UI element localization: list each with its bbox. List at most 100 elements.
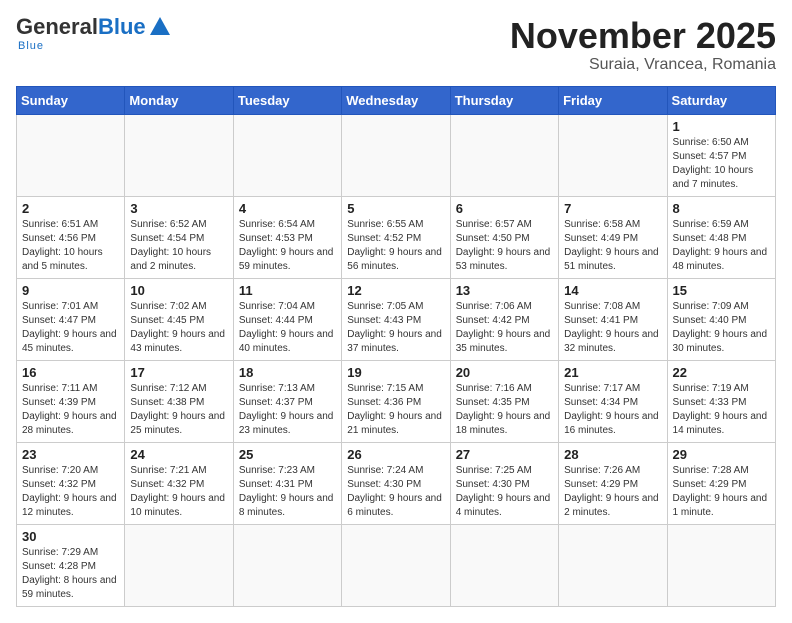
day-number: 30 — [22, 529, 119, 544]
day-info: Sunrise: 7:17 AM Sunset: 4:34 PM Dayligh… — [564, 382, 661, 438]
calendar-cell: 22Sunrise: 7:19 AM Sunset: 4:33 PM Dayli… — [667, 360, 775, 442]
weekday-header-saturday: Saturday — [667, 86, 775, 114]
calendar-week-row: 9 Sunrise: 7:01 AM Sunset: 4:47 PM Daylig… — [17, 278, 776, 360]
calendar-cell — [559, 114, 667, 196]
calendar-week-row: 30Sunrise: 7:29 AM Sunset: 4:28 PM Dayli… — [17, 524, 776, 606]
day-number: 19 — [347, 365, 444, 380]
calendar-cell: 12 Sunrise: 7:05 AM Sunset: 4:43 PM Dayli… — [342, 278, 450, 360]
day-info: Sunrise: 7:23 AM Sunset: 4:31 PM Dayligh… — [239, 464, 336, 520]
day-info: Sunrise: 6:51 AM Sunset: 4:56 PM Dayligh… — [22, 218, 119, 274]
calendar-week-row: 1Sunrise: 6:50 AM Sunset: 4:57 PM Daylig… — [17, 114, 776, 196]
day-number: 28 — [564, 447, 661, 462]
day-info: Sunrise: 7:20 AM Sunset: 4:32 PM Dayligh… — [22, 464, 119, 520]
day-info: Sunrise: 6:59 AM Sunset: 4:48 PM Dayligh… — [673, 218, 770, 274]
calendar-cell: 13 Sunrise: 7:06 AM Sunset: 4:42 PM Dayli… — [450, 278, 558, 360]
calendar-cell: 18Sunrise: 7:13 AM Sunset: 4:37 PM Dayli… — [233, 360, 341, 442]
calendar-cell: 27 Sunrise: 7:25 AM Sunset: 4:30 PM Dayli… — [450, 442, 558, 524]
day-number: 4 — [239, 201, 336, 216]
day-number: 2 — [22, 201, 119, 216]
calendar-cell: 3 Sunrise: 6:52 AM Sunset: 4:54 PM Daylig… — [125, 196, 233, 278]
day-info: Sunrise: 7:24 AM Sunset: 4:30 PM Dayligh… — [347, 464, 444, 520]
calendar-cell: 2 Sunrise: 6:51 AM Sunset: 4:56 PM Daylig… — [17, 196, 125, 278]
day-number: 16 — [22, 365, 119, 380]
calendar-cell — [559, 524, 667, 606]
day-info: Sunrise: 6:50 AM Sunset: 4:57 PM Dayligh… — [673, 136, 770, 192]
day-number: 20 — [456, 365, 553, 380]
calendar-week-row: 23 Sunrise: 7:20 AM Sunset: 4:32 PM Dayli… — [17, 442, 776, 524]
calendar-cell: 26 Sunrise: 7:24 AM Sunset: 4:30 PM Dayli… — [342, 442, 450, 524]
day-info: Sunrise: 6:58 AM Sunset: 4:49 PM Dayligh… — [564, 218, 661, 274]
calendar-cell: 1Sunrise: 6:50 AM Sunset: 4:57 PM Daylig… — [667, 114, 775, 196]
day-info: Sunrise: 6:57 AM Sunset: 4:50 PM Dayligh… — [456, 218, 553, 274]
weekday-header-monday: Monday — [125, 86, 233, 114]
calendar-cell: 20Sunrise: 7:16 AM Sunset: 4:35 PM Dayli… — [450, 360, 558, 442]
day-number: 23 — [22, 447, 119, 462]
logo-general: General — [16, 16, 98, 38]
day-info: Sunrise: 7:04 AM Sunset: 4:44 PM Dayligh… — [239, 300, 336, 356]
calendar-cell: 25 Sunrise: 7:23 AM Sunset: 4:31 PM Dayli… — [233, 442, 341, 524]
day-number: 21 — [564, 365, 661, 380]
day-number: 10 — [130, 283, 227, 298]
day-number: 13 — [456, 283, 553, 298]
calendar-cell: 14Sunrise: 7:08 AM Sunset: 4:41 PM Dayli… — [559, 278, 667, 360]
day-info: Sunrise: 7:05 AM Sunset: 4:43 PM Dayligh… — [347, 300, 444, 356]
calendar-cell — [450, 114, 558, 196]
day-number: 3 — [130, 201, 227, 216]
weekday-header-thursday: Thursday — [450, 86, 558, 114]
day-info: Sunrise: 6:52 AM Sunset: 4:54 PM Dayligh… — [130, 218, 227, 274]
calendar-cell: 16 Sunrise: 7:11 AM Sunset: 4:39 PM Dayli… — [17, 360, 125, 442]
day-info: Sunrise: 7:01 AM Sunset: 4:47 PM Dayligh… — [22, 300, 119, 356]
day-number: 17 — [130, 365, 227, 380]
day-number: 25 — [239, 447, 336, 462]
calendar-cell — [125, 114, 233, 196]
logo-triangle-icon — [150, 17, 170, 35]
calendar-cell: 29 Sunrise: 7:28 AM Sunset: 4:29 PM Dayli… — [667, 442, 775, 524]
calendar-cell: 5 Sunrise: 6:55 AM Sunset: 4:52 PM Daylig… — [342, 196, 450, 278]
day-info: Sunrise: 7:25 AM Sunset: 4:30 PM Dayligh… — [456, 464, 553, 520]
calendar-week-row: 16 Sunrise: 7:11 AM Sunset: 4:39 PM Dayli… — [17, 360, 776, 442]
day-number: 22 — [673, 365, 770, 380]
calendar-cell — [17, 114, 125, 196]
weekday-header-tuesday: Tuesday — [233, 86, 341, 114]
calendar-cell — [342, 114, 450, 196]
day-info: Sunrise: 7:11 AM Sunset: 4:39 PM Dayligh… — [22, 382, 119, 438]
calendar-cell: 21 Sunrise: 7:17 AM Sunset: 4:34 PM Dayli… — [559, 360, 667, 442]
day-number: 11 — [239, 283, 336, 298]
location-title: Suraia, Vrancea, Romania — [510, 56, 776, 74]
day-number: 27 — [456, 447, 553, 462]
weekday-header-sunday: Sunday — [17, 86, 125, 114]
day-number: 7 — [564, 201, 661, 216]
day-number: 5 — [347, 201, 444, 216]
logo-blue: Blue — [98, 16, 146, 38]
day-info: Sunrise: 6:54 AM Sunset: 4:53 PM Dayligh… — [239, 218, 336, 274]
calendar-cell — [125, 524, 233, 606]
calendar: SundayMondayTuesdayWednesdayThursdayFrid… — [16, 86, 776, 607]
day-number: 12 — [347, 283, 444, 298]
calendar-cell — [342, 524, 450, 606]
day-info: Sunrise: 6:55 AM Sunset: 4:52 PM Dayligh… — [347, 218, 444, 274]
calendar-cell — [450, 524, 558, 606]
day-info: Sunrise: 7:28 AM Sunset: 4:29 PM Dayligh… — [673, 464, 770, 520]
weekday-header-wednesday: Wednesday — [342, 86, 450, 114]
day-info: Sunrise: 7:12 AM Sunset: 4:38 PM Dayligh… — [130, 382, 227, 438]
day-number: 24 — [130, 447, 227, 462]
day-number: 29 — [673, 447, 770, 462]
day-number: 14 — [564, 283, 661, 298]
calendar-week-row: 2 Sunrise: 6:51 AM Sunset: 4:56 PM Daylig… — [17, 196, 776, 278]
day-info: Sunrise: 7:09 AM Sunset: 4:40 PM Dayligh… — [673, 300, 770, 356]
calendar-cell: 7 Sunrise: 6:58 AM Sunset: 4:49 PM Daylig… — [559, 196, 667, 278]
calendar-cell: 10Sunrise: 7:02 AM Sunset: 4:45 PM Dayli… — [125, 278, 233, 360]
day-info: Sunrise: 7:26 AM Sunset: 4:29 PM Dayligh… — [564, 464, 661, 520]
calendar-cell — [233, 524, 341, 606]
calendar-cell: 15 Sunrise: 7:09 AM Sunset: 4:40 PM Dayli… — [667, 278, 775, 360]
day-number: 18 — [239, 365, 336, 380]
day-info: Sunrise: 7:06 AM Sunset: 4:42 PM Dayligh… — [456, 300, 553, 356]
calendar-cell: 17 Sunrise: 7:12 AM Sunset: 4:38 PM Dayli… — [125, 360, 233, 442]
logo-subtitle: Blue — [18, 40, 44, 52]
day-number: 8 — [673, 201, 770, 216]
calendar-cell: 11 Sunrise: 7:04 AM Sunset: 4:44 PM Dayli… — [233, 278, 341, 360]
day-number: 9 — [22, 283, 119, 298]
day-number: 26 — [347, 447, 444, 462]
day-number: 6 — [456, 201, 553, 216]
day-number: 15 — [673, 283, 770, 298]
